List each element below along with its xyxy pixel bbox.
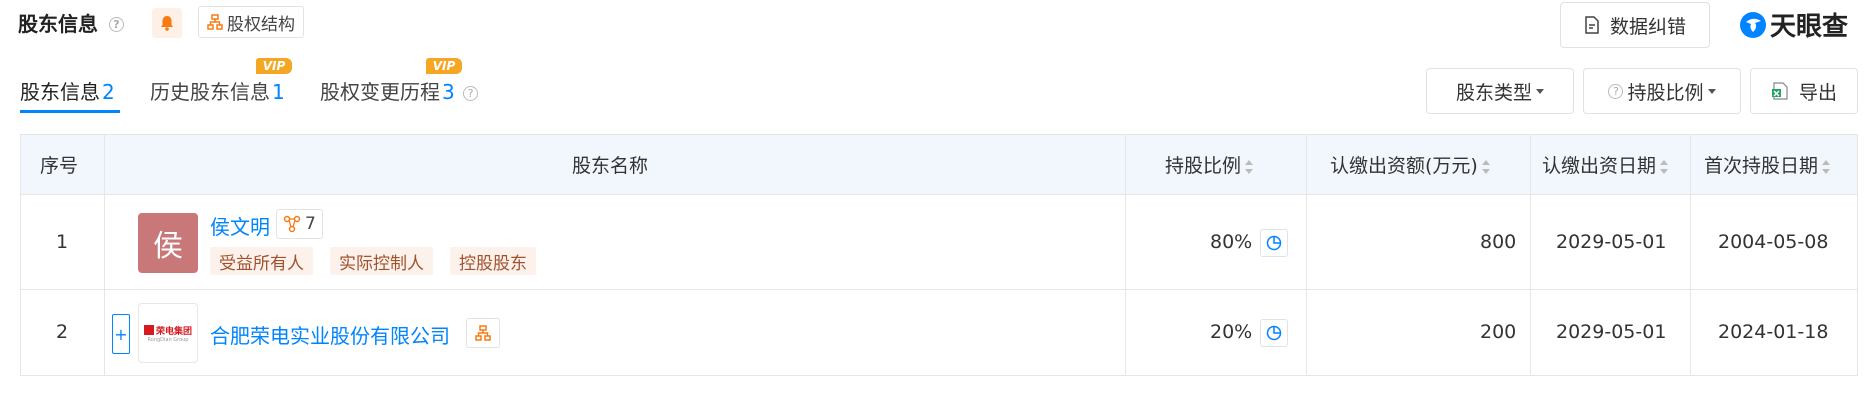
col-divider xyxy=(104,134,105,376)
subscribe-date: 2029-05-01 xyxy=(1556,231,1667,253)
relation-count-badge[interactable]: 7 xyxy=(276,209,323,239)
col-header-ratio[interactable]: 持股比例 xyxy=(1165,151,1254,178)
relation-graph-icon xyxy=(283,215,301,233)
pie-chart-icon xyxy=(1266,325,1282,341)
row-index: 1 xyxy=(56,231,69,253)
row-index: 2 xyxy=(56,321,69,343)
first-holding-date: 2004-05-08 xyxy=(1718,231,1829,253)
vip-badge: VIP xyxy=(426,58,462,74)
tab-equity-changes[interactable]: 股权变更历程 3 ? xyxy=(320,76,479,105)
tianyancha-logo-icon xyxy=(1740,11,1766,38)
org-chart-icon xyxy=(475,325,491,341)
report-error-button[interactable]: 数据纠错 xyxy=(1560,2,1710,48)
col-divider xyxy=(1125,134,1126,376)
help-icon: ? xyxy=(1608,83,1624,99)
chevron-down-icon xyxy=(1536,88,1544,94)
sort-icon[interactable] xyxy=(1245,159,1254,175)
subscribed-amount: 200 xyxy=(1480,321,1517,343)
tab-history-shareholders[interactable]: 历史股东信息 1 xyxy=(150,76,285,105)
org-chart-icon xyxy=(207,14,223,30)
shareholder-name-link[interactable]: 侯文明 xyxy=(210,211,270,240)
tag-actual-controller: 实际控制人 xyxy=(330,247,433,275)
tag-beneficial-owner: 受益所有人 xyxy=(210,247,313,275)
brand-name: 天眼查 xyxy=(1770,12,1849,42)
tag-controlling-shareholder: 控股股东 xyxy=(450,247,536,275)
table-border-bottom xyxy=(20,375,1858,376)
col-divider xyxy=(1857,134,1858,376)
sort-icon[interactable] xyxy=(1822,159,1831,175)
document-edit-icon xyxy=(1585,16,1599,34)
export-button[interactable]: 导出 xyxy=(1750,68,1858,114)
subscribe-date: 2029-05-01 xyxy=(1556,321,1667,343)
table-border-row1 xyxy=(20,289,1858,290)
holding-ratio-filter[interactable]: ? 持股比例 xyxy=(1583,68,1741,114)
section-title: 股东信息 ? xyxy=(18,8,124,37)
ratio-chart-button[interactable] xyxy=(1260,319,1288,347)
logo-mark-icon xyxy=(143,325,154,335)
col-header-subscribe-date[interactable]: 认缴出资日期 xyxy=(1542,151,1669,178)
col-divider xyxy=(1530,134,1531,376)
tab-shareholders[interactable]: 股东信息 2 xyxy=(20,76,115,105)
chevron-down-icon xyxy=(1707,88,1716,94)
col-divider xyxy=(1690,134,1691,376)
help-icon[interactable]: ? xyxy=(463,86,479,101)
col-header-name: 股东名称 xyxy=(572,155,649,177)
active-tab-indicator xyxy=(20,110,120,113)
equity-structure-button[interactable]: 股权结构 xyxy=(198,6,304,38)
first-holding-date: 2024-01-18 xyxy=(1718,321,1829,343)
expand-button[interactable]: + xyxy=(112,314,130,354)
col-header-index: 序号 xyxy=(40,155,79,177)
ratio-chart-button[interactable] xyxy=(1260,229,1288,257)
follow-button[interactable] xyxy=(152,8,182,38)
subscribed-amount: 800 xyxy=(1480,231,1517,253)
sort-icon[interactable] xyxy=(1660,159,1669,175)
col-header-first-date[interactable]: 首次持股日期 xyxy=(1704,151,1831,178)
col-divider xyxy=(1306,134,1307,376)
bell-icon xyxy=(161,16,173,31)
equity-structure-icon-button[interactable] xyxy=(466,318,500,348)
table-border-header xyxy=(20,194,1858,195)
avatar[interactable]: 侯 xyxy=(138,213,198,273)
vip-badge: VIP xyxy=(256,58,292,74)
brand-logo[interactable]: 天眼查 xyxy=(1738,6,1848,43)
shareholder-type-filter[interactable]: 股东类型 xyxy=(1426,68,1574,114)
sort-icon[interactable] xyxy=(1481,159,1490,175)
holding-ratio: 20% xyxy=(1210,321,1253,343)
shareholder-name-link[interactable]: 合肥荣电实业股份有限公司 xyxy=(210,320,450,349)
excel-icon xyxy=(1771,82,1788,100)
holding-ratio: 80% xyxy=(1210,231,1253,253)
help-icon[interactable]: ? xyxy=(108,17,124,32)
col-header-amount[interactable]: 认缴出资额(万元) xyxy=(1330,151,1490,178)
col-divider xyxy=(20,134,21,376)
table-border-top xyxy=(20,134,1858,135)
pie-chart-icon xyxy=(1266,235,1282,251)
company-logo[interactable]: 荣电集团 RongDian Group xyxy=(138,303,198,363)
